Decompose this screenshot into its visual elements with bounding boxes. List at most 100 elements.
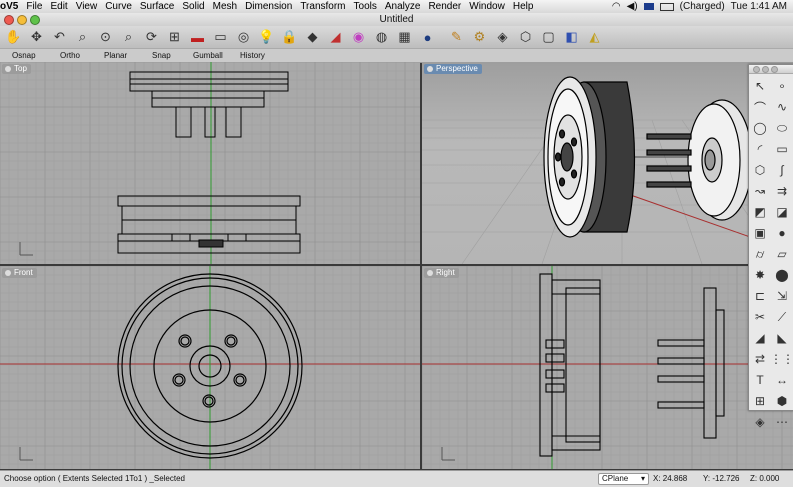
menu-solid[interactable]: Solid <box>178 1 208 12</box>
surface-edit-icon[interactable]: ◪ <box>772 202 792 222</box>
circle-icon[interactable]: ◯ <box>750 118 770 138</box>
ortho-toggle[interactable]: Ortho <box>60 49 80 62</box>
viewport-menu-icon[interactable] <box>427 66 433 72</box>
viewport-tab-top[interactable]: Top <box>2 64 31 74</box>
battery-icon[interactable] <box>659 2 674 11</box>
ellipse-icon[interactable]: ⬭ <box>772 118 792 138</box>
car-shaded-icon[interactable]: ▬ <box>188 28 207 47</box>
bulb-icon[interactable]: 💡 <box>257 28 276 47</box>
trim-icon[interactable]: ✂ <box>750 307 770 327</box>
more-icon[interactable]: ⋯ <box>772 412 792 432</box>
viewport-tab-right[interactable]: Right <box>424 268 459 278</box>
zoom-extents-icon[interactable]: ⊙ <box>96 28 115 47</box>
close-window-button[interactable] <box>4 15 14 25</box>
zoom-window-button[interactable] <box>30 15 40 25</box>
freeform-curve-icon[interactable]: ∫ <box>772 160 792 180</box>
cube-icon[interactable]: ▢ <box>539 28 558 47</box>
explode-icon[interactable]: ✸ <box>750 265 770 285</box>
polygon-icon[interactable]: ⬡ <box>750 160 770 180</box>
menu-view[interactable]: View <box>72 1 102 12</box>
array-icon[interactable]: ⋮⋮ <box>770 349 793 369</box>
car-wire-icon[interactable]: ▭ <box>211 28 230 47</box>
extrude-icon[interactable]: ⊏ <box>750 286 770 306</box>
viewport-menu-icon[interactable] <box>427 270 433 276</box>
viewport-menu-icon[interactable] <box>5 270 11 276</box>
text-icon[interactable]: T <box>750 370 770 390</box>
box-solid-icon[interactable]: ▣ <box>750 223 770 243</box>
fillet-icon[interactable]: ◢ <box>750 328 770 348</box>
wifi-icon[interactable]: ◠ <box>612 1 621 12</box>
box-icon[interactable]: ⬡ <box>516 28 535 47</box>
gumball-toggle[interactable]: Gumball <box>193 49 223 62</box>
join-icon[interactable]: ⇲ <box>772 286 792 306</box>
app-menu[interactable]: oV5 <box>0 1 22 12</box>
layers-icon[interactable]: ◆ <box>303 28 322 47</box>
split-icon[interactable]: ⟋ <box>772 307 792 327</box>
undo-icon[interactable]: ↶ <box>50 28 69 47</box>
flag-icon[interactable] <box>643 3 654 10</box>
color-wheel-icon[interactable]: ◉ <box>349 28 368 47</box>
transform-icon[interactable]: ⇄ <box>750 349 770 369</box>
move-icon[interactable]: ✥ <box>27 28 46 47</box>
surface-icon[interactable]: ◩ <box>750 202 770 222</box>
arc-icon[interactable]: ◜ <box>750 139 770 159</box>
zoom-window-icon[interactable]: ⌕ <box>73 28 92 47</box>
viewport-front[interactable]: Front <box>0 266 420 469</box>
fillet-curve-icon[interactable]: ↝ <box>750 181 770 201</box>
volume-icon[interactable]: ◀) <box>627 1 638 12</box>
planar-toggle[interactable]: Planar <box>104 49 127 62</box>
pencil-icon[interactable]: ✎ <box>447 28 466 47</box>
menu-file[interactable]: File <box>22 1 46 12</box>
history-toggle[interactable]: History <box>240 49 265 62</box>
menu-edit[interactable]: Edit <box>46 1 71 12</box>
block-icon[interactable]: ⬢ <box>772 391 792 411</box>
menu-tools[interactable]: Tools <box>350 1 381 12</box>
menu-render[interactable]: Render <box>424 1 465 12</box>
material-icon[interactable]: ◢ <box>326 28 345 47</box>
palette-minimize-button[interactable] <box>762 66 769 73</box>
menu-help[interactable]: Help <box>509 1 538 12</box>
polyline-icon[interactable]: ⌒ <box>750 97 770 117</box>
boolean-union-icon[interactable]: ⬤ <box>772 265 792 285</box>
viewport-right[interactable]: Right <box>422 266 793 469</box>
group-icon[interactable]: ⊞ <box>750 391 770 411</box>
rotate-view-icon[interactable]: ⟳ <box>142 28 161 47</box>
menu-clock[interactable]: Tue 1:41 AM <box>731 1 787 12</box>
viewport-tab-perspective[interactable]: Perspective <box>424 64 482 74</box>
hand-pan-icon[interactable]: ✋ <box>4 28 23 47</box>
render-icon[interactable]: ◈ <box>750 412 770 432</box>
menu-window[interactable]: Window <box>465 1 509 12</box>
cplane-selector[interactable]: CPlane ▾ <box>598 473 649 485</box>
dimension-icon[interactable]: ↔ <box>772 370 792 390</box>
viewport-perspective[interactable]: Perspective <box>422 62 793 264</box>
viewport-tab-front[interactable]: Front <box>2 268 37 278</box>
analysis-icon[interactable]: ◧ <box>562 28 581 47</box>
sphere-solid-icon[interactable]: ● <box>772 223 792 243</box>
palette-zoom-button[interactable] <box>771 66 778 73</box>
boolean-icon[interactable]: ◈ <box>493 28 512 47</box>
osnap-toggle[interactable]: Osnap <box>12 49 36 62</box>
plane-surface-icon[interactable]: ▱ <box>772 244 792 264</box>
cylinder-icon[interactable]: ⌭ <box>750 244 770 264</box>
four-viewports-icon[interactable]: ⊞ <box>165 28 184 47</box>
lock-icon[interactable]: 🔒 <box>280 28 299 47</box>
menu-transform[interactable]: Transform <box>296 1 349 12</box>
chamfer-icon[interactable]: ◣ <box>772 328 792 348</box>
render-sphere-icon[interactable]: ◍ <box>372 28 391 47</box>
menu-mesh[interactable]: Mesh <box>209 1 241 12</box>
minimize-window-button[interactable] <box>17 15 27 25</box>
viewport-top[interactable]: Top <box>0 62 420 264</box>
snap-toggle[interactable]: Snap <box>152 49 171 62</box>
select-arrow-icon[interactable]: ↖ <box>750 76 770 96</box>
menu-dimension[interactable]: Dimension <box>241 1 296 12</box>
menu-curve[interactable]: Curve <box>101 1 136 12</box>
palette-titlebar[interactable] <box>749 65 793 74</box>
palette-close-button[interactable] <box>753 66 760 73</box>
mesh-icon[interactable]: ▦ <box>395 28 414 47</box>
menu-analyze[interactable]: Analyze <box>381 1 425 12</box>
menu-surface[interactable]: Surface <box>136 1 178 12</box>
cplane-icon[interactable]: ◎ <box>234 28 253 47</box>
rectangle-icon[interactable]: ▭ <box>772 139 792 159</box>
gear-icon[interactable]: ⚙ <box>470 28 489 47</box>
point-icon[interactable]: ∘ <box>772 76 792 96</box>
